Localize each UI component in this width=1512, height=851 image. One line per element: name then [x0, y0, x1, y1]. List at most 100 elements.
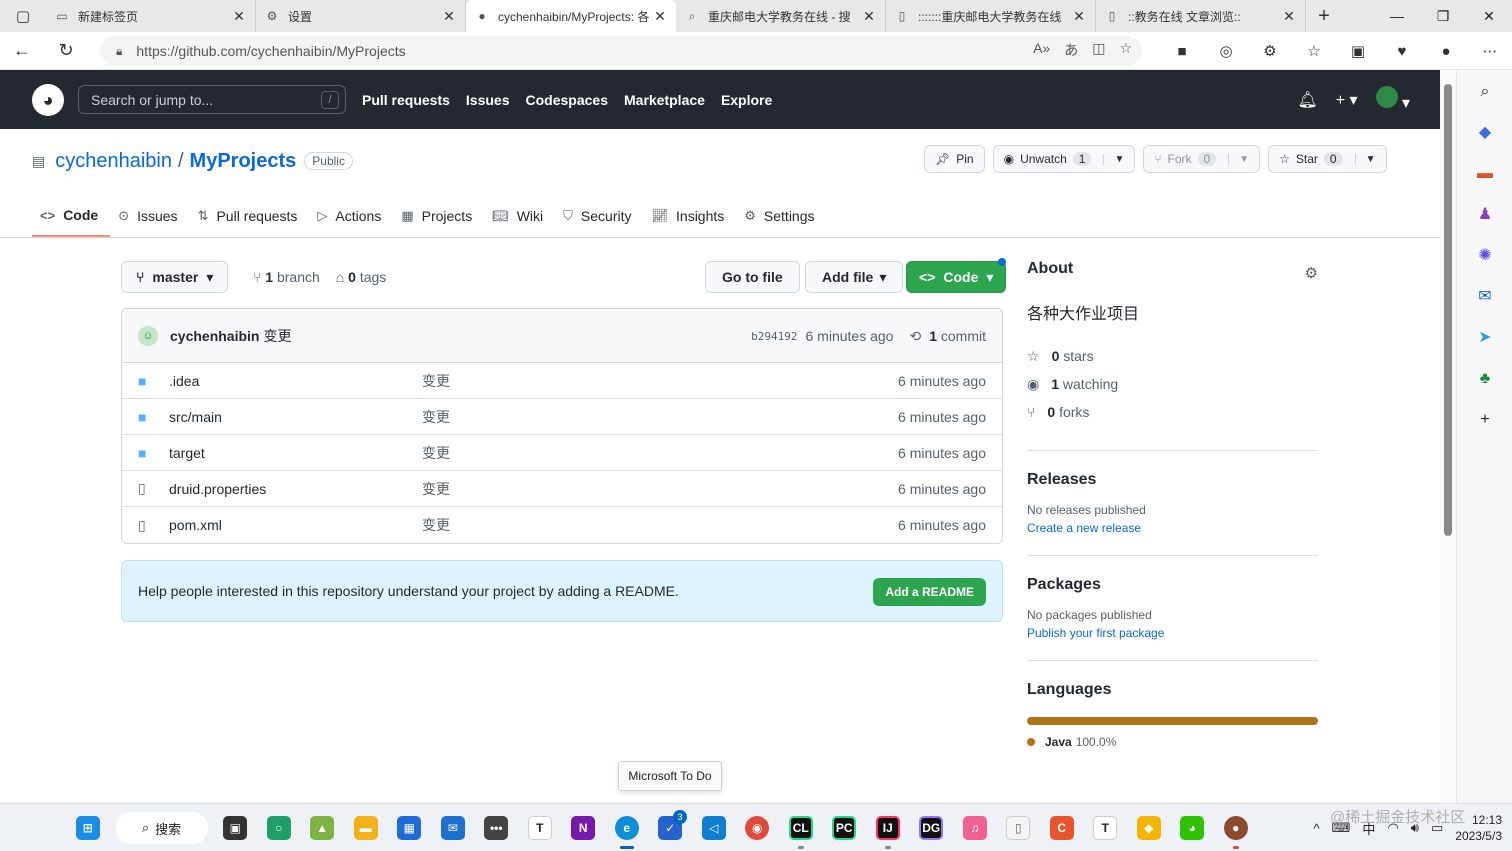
shopping-icon[interactable]: ◆: [1457, 113, 1512, 153]
browser-tab-newtab[interactable]: ▭ 新建标签页 ✕: [46, 0, 256, 32]
minimize-icon[interactable]: —: [1374, 0, 1420, 32]
publish-package-link[interactable]: Publish your first package: [1027, 626, 1318, 640]
extensions-icon[interactable]: ⚙: [1248, 42, 1292, 60]
code-button[interactable]: <> Code ▾: [906, 261, 1007, 293]
create-new-button[interactable]: + ▾: [1336, 90, 1358, 110]
nav-codespaces[interactable]: Codespaces: [526, 92, 608, 108]
collections-icon[interactable]: ▣: [1336, 42, 1380, 60]
language-item[interactable]: Java 100.0%: [1027, 735, 1318, 749]
app-avatar[interactable]: ●: [1214, 804, 1258, 851]
browser-tab-search[interactable]: ⌕ 重庆邮电大学教务在线 - 搜 ✕: [676, 0, 886, 32]
tab-actions[interactable]: ▷ Actions: [309, 195, 393, 237]
new-tab-icon[interactable]: +: [1306, 0, 1342, 32]
file-commit-message[interactable]: 变更: [422, 371, 450, 391]
todo-app[interactable]: ✓ 3: [649, 804, 693, 851]
star-button[interactable]: ☆ Star 0 ▼: [1268, 145, 1387, 173]
profile-icon[interactable]: ●: [1424, 43, 1468, 60]
read-aloud-icon[interactable]: A»: [1033, 40, 1050, 60]
extension-icon[interactable]: ■: [1160, 43, 1204, 60]
file-name[interactable]: .idea: [169, 373, 199, 389]
watching-link[interactable]: ◉ 1 watching: [1027, 370, 1318, 398]
browser-tab-settings[interactable]: ⚙ 设置 ✕: [256, 0, 466, 32]
scrollbar-thumb[interactable]: [1444, 84, 1452, 536]
edge-app[interactable]: e: [605, 804, 649, 851]
tab-wiki[interactable]: 📖︎ Wiki: [484, 195, 555, 237]
unwatch-button[interactable]: ◉ Unwatch 1 ▼: [992, 145, 1136, 173]
file-explorer-app[interactable]: ▬: [344, 804, 388, 851]
bell-icon[interactable]: 🔔︎: [1297, 90, 1317, 110]
app-orange-c[interactable]: C: [1040, 804, 1084, 851]
repo-owner-link[interactable]: cychenhaibin: [55, 150, 172, 173]
tab-issues[interactable]: ⊙ Issues: [110, 195, 189, 237]
taskbar-search[interactable]: ⌕ 搜索: [115, 812, 208, 844]
performance-icon[interactable]: ♥: [1380, 43, 1424, 60]
chat-app[interactable]: ○: [257, 804, 301, 851]
file-name[interactable]: pom.xml: [169, 517, 222, 533]
url-field[interactable]: 🔒︎ https://github.com/cychenhaibin/MyPro…: [100, 36, 1142, 66]
pycharm-app[interactable]: PC: [823, 804, 867, 851]
chevron-up-icon[interactable]: ^: [1314, 821, 1320, 836]
browser-tab-github[interactable]: ● cychenhaibin/MyProjects: 各 ✕: [466, 0, 676, 32]
more-icon[interactable]: ⋯: [1468, 42, 1512, 60]
tab-pull-requests[interactable]: ⇅ Pull requests: [190, 195, 310, 237]
close-window-icon[interactable]: ✕: [1466, 0, 1512, 32]
commit-count-link[interactable]: 1 commit: [929, 328, 986, 344]
tab-security[interactable]: ⛉ Security: [555, 195, 643, 237]
tools-icon[interactable]: ▬: [1457, 154, 1512, 194]
onenote-app[interactable]: N: [562, 804, 606, 851]
favorite-add-icon[interactable]: ☆: [1119, 40, 1132, 60]
nav-issues[interactable]: Issues: [466, 92, 510, 108]
tab-code[interactable]: <> Code: [32, 195, 111, 237]
clion-app[interactable]: CL: [779, 804, 823, 851]
search-input[interactable]: Search or jump to... /: [78, 85, 346, 114]
add-readme-button[interactable]: Add a README: [873, 578, 986, 606]
close-tab-icon[interactable]: ✕: [1071, 8, 1087, 25]
commit-author[interactable]: cychenhaibin: [170, 328, 259, 344]
chevron-down-icon[interactable]: ▼: [1228, 153, 1249, 165]
file-commit-message[interactable]: 变更: [422, 407, 450, 427]
nav-marketplace[interactable]: Marketplace: [624, 92, 705, 108]
file-row[interactable]: ■ .idea 变更 6 minutes ago: [122, 363, 1002, 399]
close-tab-icon[interactable]: ✕: [861, 8, 877, 25]
app-dots[interactable]: •••: [475, 804, 519, 851]
file-name[interactable]: target: [169, 445, 205, 461]
repo-name-link[interactable]: MyProjects: [190, 150, 297, 173]
app-pink[interactable]: ♫: [953, 804, 997, 851]
translator-icon[interactable]: ◎: [1204, 42, 1248, 60]
typora-app-2[interactable]: T: [1084, 804, 1128, 851]
commit-sha[interactable]: b294192: [751, 330, 797, 343]
app-triangle[interactable]: ▲: [301, 804, 345, 851]
forks-link[interactable]: ⑂ 0 forks: [1027, 398, 1318, 426]
close-tab-icon[interactable]: ✕: [1281, 8, 1297, 25]
file-name[interactable]: druid.properties: [169, 481, 266, 497]
outlook-icon[interactable]: ✉: [1457, 277, 1512, 317]
nav-explore[interactable]: Explore: [721, 92, 772, 108]
github-logo-icon[interactable]: ◕: [32, 84, 64, 116]
browser-tab-page[interactable]: ▯ ::教务在线 文章浏览:: ✕: [1096, 0, 1306, 32]
favorites-icon[interactable]: ☆: [1292, 42, 1336, 60]
close-tab-icon[interactable]: ✕: [231, 8, 247, 25]
split-screen-icon[interactable]: ◫: [1092, 40, 1105, 60]
gear-icon[interactable]: ⚙: [1305, 264, 1318, 282]
page-scrollbar[interactable]: [1440, 70, 1456, 803]
commit-message[interactable]: 变更: [263, 326, 291, 346]
tab-actions-icon[interactable]: ▢: [0, 0, 46, 32]
pin-button[interactable]: 📌︎ Pin: [924, 145, 985, 173]
store-app[interactable]: ▦: [388, 804, 432, 851]
packages-title[interactable]: Packages: [1027, 576, 1318, 594]
nav-pull-requests[interactable]: Pull requests: [362, 92, 450, 108]
tree-icon[interactable]: ♣: [1457, 359, 1512, 399]
search-icon[interactable]: ⌕: [1457, 72, 1512, 112]
user-menu[interactable]: ▾: [1375, 86, 1410, 113]
git-app[interactable]: ◆: [1127, 804, 1171, 851]
datagrip-app[interactable]: DG: [910, 804, 954, 851]
avatar[interactable]: ☺: [138, 325, 158, 346]
file-name[interactable]: src/main: [169, 409, 222, 425]
refresh-icon[interactable]: ↻: [44, 32, 88, 70]
releases-title[interactable]: Releases: [1027, 471, 1318, 489]
file-row[interactable]: ▯ pom.xml 变更 6 minutes ago: [122, 507, 1002, 543]
intellij-app[interactable]: IJ: [866, 804, 910, 851]
mail-app[interactable]: ✉: [431, 804, 475, 851]
browser-tab-page[interactable]: ▯ :::::::重庆邮电大学教务在线 ✕: [886, 0, 1096, 32]
file-row[interactable]: ■ target 变更 6 minutes ago: [122, 435, 1002, 471]
